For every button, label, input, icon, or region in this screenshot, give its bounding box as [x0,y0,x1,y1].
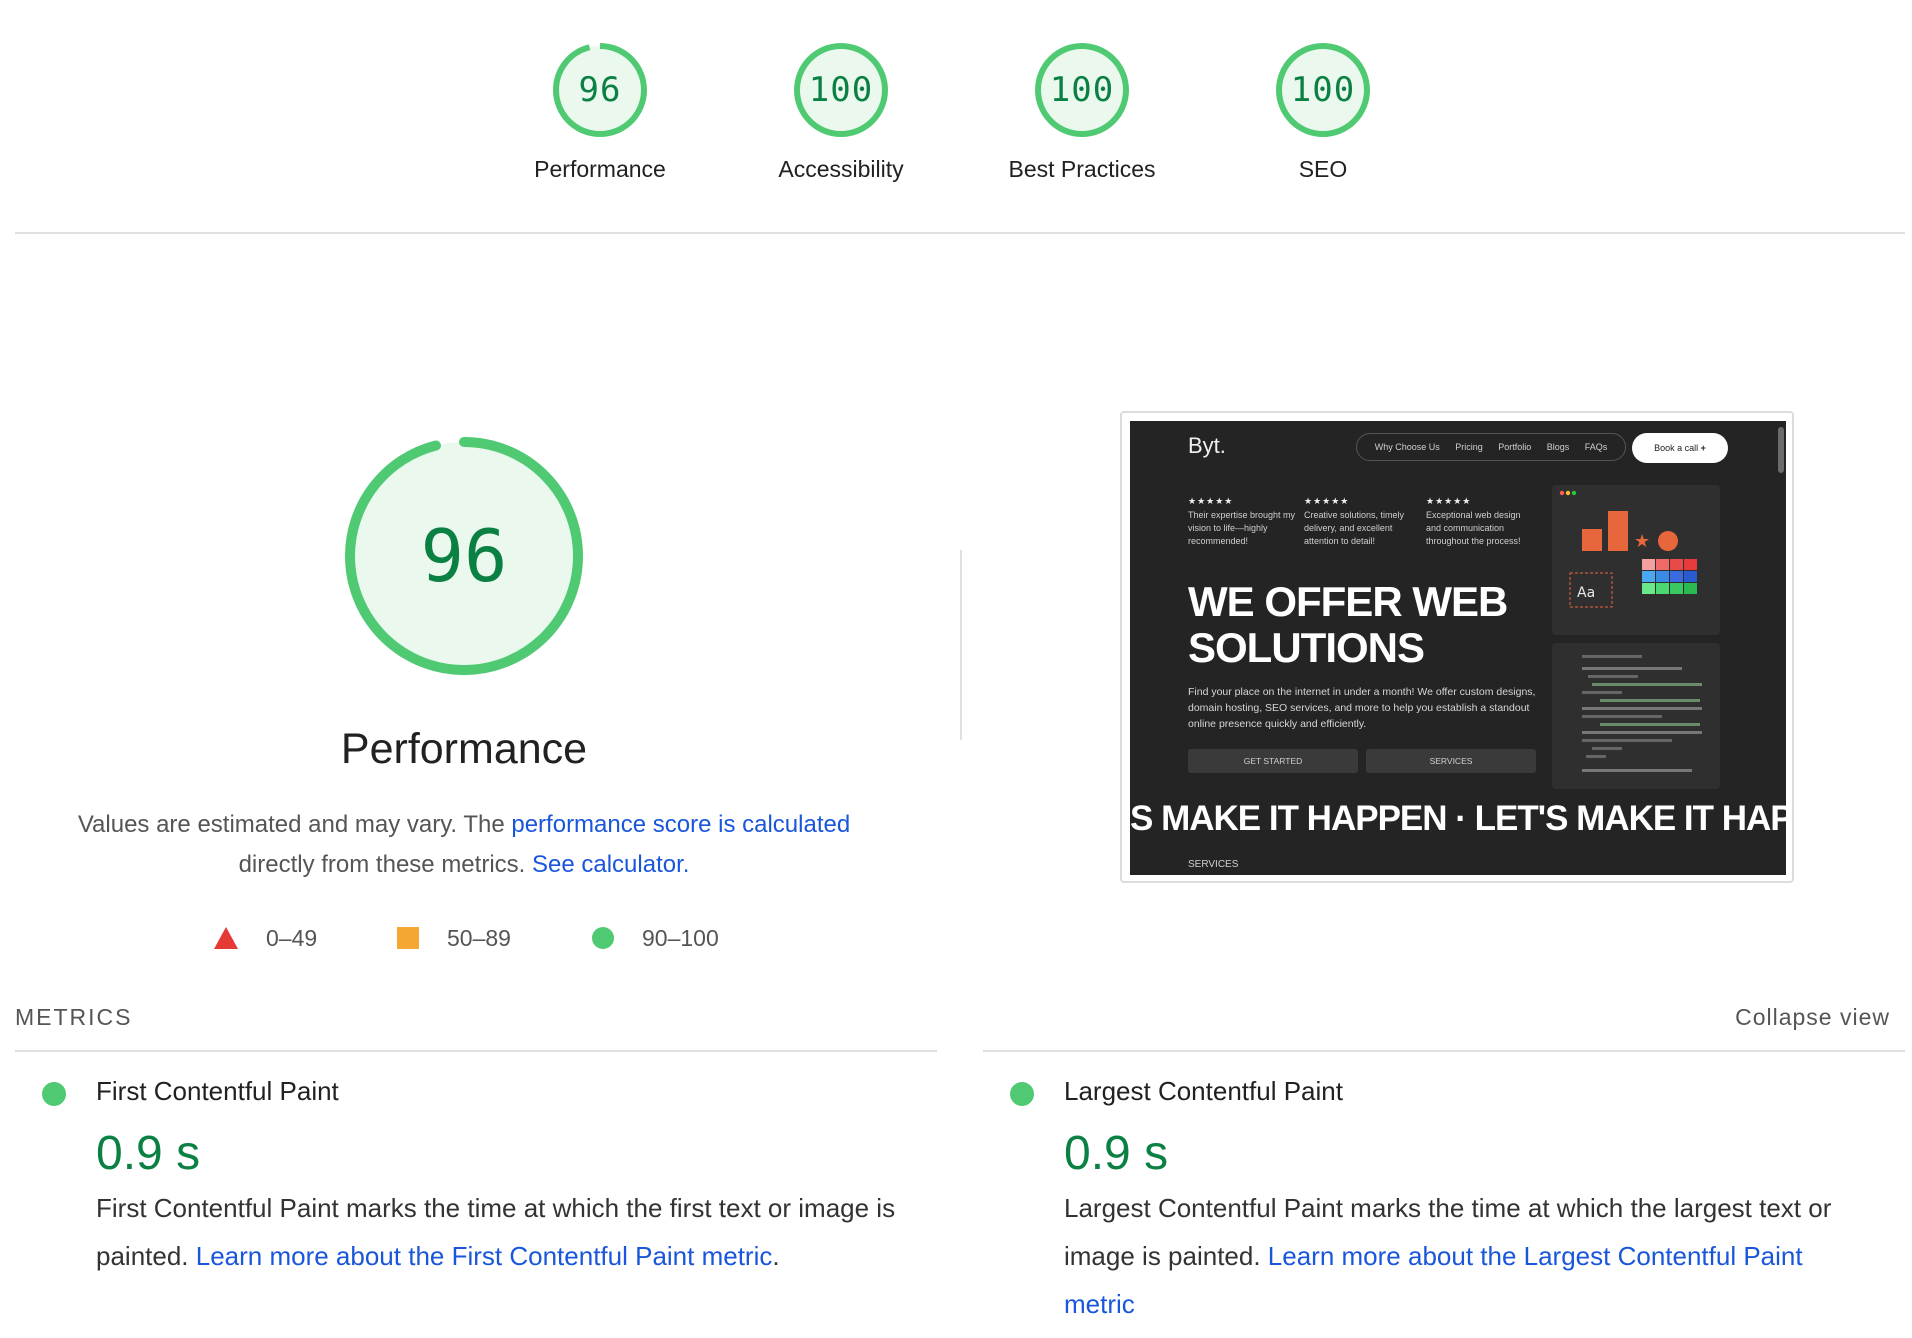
divider [983,1050,1905,1052]
get-started-button: GET STARTED [1188,749,1358,773]
review: ★★★★★ Creative solutions, timely deliver… [1304,495,1412,548]
score-calculated-link[interactable]: performance score is calculated [511,811,850,838]
nav-item: FAQs [1584,442,1608,452]
triangle-icon [214,927,238,949]
gauge-seo[interactable]: 100 SEO [1233,42,1413,183]
book-call-button: Book a call + [1632,433,1728,463]
divider [15,232,1905,234]
gauge-score: 96 [578,70,622,110]
svg-text:★: ★ [1634,531,1650,552]
desc-text: Values are estimated and may vary. The [77,811,512,838]
gauge-score: 100 [808,70,874,110]
nav-item: Blogs [1546,442,1570,452]
gauge-ring: 96 [552,42,648,138]
site-nav: Why Choose Us Pricing Portfolio Blogs FA… [1356,433,1626,461]
services-button: SERVICES [1366,749,1536,773]
services-heading: SERVICES [1188,859,1239,870]
final-screenshot[interactable]: Byt. Why Choose Us Pricing Portfolio Blo… [1120,411,1794,883]
gauge-label: SEO [1298,156,1348,182]
stars-icon: ★★★★★ [1188,496,1234,506]
score-summary: 96 Performance 100 Accessibility 100 Bes… [0,0,1912,232]
review-text: Their expertise brought my vision to lif… [1188,510,1296,546]
gauge-label: Best Practices [1008,156,1156,182]
stars-icon: ★★★★★ [1304,496,1350,506]
site-logo: Byt. [1188,433,1226,458]
design-illustration: ★ Aa [1552,485,1720,635]
see-calculator-link[interactable]: See calculator. [532,851,689,878]
vertical-divider [960,550,962,740]
legend-fail: 0–49 [214,922,317,954]
metric-description: Largest Contentful Paint marks the time … [1064,1193,1832,1319]
collapse-view-toggle[interactable]: Collapse view [1735,1004,1890,1031]
legend-pass: 90–100 [592,922,719,954]
scrollbar [1778,427,1784,473]
legend-range: 90–100 [642,924,719,951]
gauge-accessibility[interactable]: 100 Accessibility [751,42,931,183]
learn-more-fcp-link[interactable]: Learn more about the First Contentful Pa… [196,1241,773,1271]
circle-icon [592,927,614,949]
performance-title: Performance [340,725,588,773]
gauge-performance[interactable]: 96 Performance [510,42,690,183]
metric-title: Largest Contentful Paint [1064,1076,1343,1106]
legend-range: 0–49 [266,924,318,951]
review-text: Exceptional web design and communication… [1426,510,1521,546]
gauge-ring: 100 [793,42,889,138]
hero-headline: WE OFFER WEB SOLUTIONS [1188,578,1508,671]
stars-icon: ★★★★★ [1426,496,1472,506]
nav-item: Portfolio [1498,442,1532,452]
svg-text:Aa: Aa [1577,585,1595,601]
nav-item: Pricing [1455,442,1483,452]
performance-score: 96 [420,514,508,598]
pass-circle-icon [1010,1082,1034,1106]
gauge-ring: 100 [1275,42,1371,138]
metric-value: 0.9 s [96,1127,201,1180]
metric-description: First Contentful Paint marks the time at… [96,1193,896,1271]
gauge-label: Performance [534,156,666,182]
marquee-banner: S MAKE IT HAPPEN · LET'S MAKE IT HAPPEN [1130,799,1786,838]
metric-title: First Contentful Paint [96,1076,339,1106]
review: ★★★★★ Exceptional web design and communi… [1426,495,1534,548]
legend-average: 50–89 [397,922,511,954]
performance-description: Values are estimated and may vary. The p… [40,805,888,885]
metric-value: 0.9 s [1064,1127,1169,1180]
gauge-label: Accessibility [778,156,904,182]
divider [15,1050,937,1052]
score-legend: 0–49 50–89 90–100 [0,922,928,954]
review: ★★★★★ Their expertise brought my vision … [1188,495,1296,548]
legend-range: 50–89 [447,924,511,951]
performance-gauge: 96 [342,434,586,678]
code-illustration [1552,643,1720,789]
gauge-score: 100 [1290,70,1356,110]
desc-text: directly from these metrics. [238,851,532,878]
gauge-best-practices[interactable]: 100 Best Practices [992,42,1172,183]
screenshot-image: Byt. Why Choose Us Pricing Portfolio Blo… [1130,421,1786,875]
pass-circle-icon [42,1082,66,1106]
gauge-score: 100 [1049,70,1115,110]
review-text: Creative solutions, timely delivery, and… [1304,510,1405,546]
square-icon [397,927,419,949]
nav-item: Why Choose Us [1374,442,1440,452]
hero-subtext: Find your place on the internet in under… [1188,686,1536,730]
metrics-heading: METRICS [15,1004,133,1030]
gauge-ring: 100 [1034,42,1130,138]
